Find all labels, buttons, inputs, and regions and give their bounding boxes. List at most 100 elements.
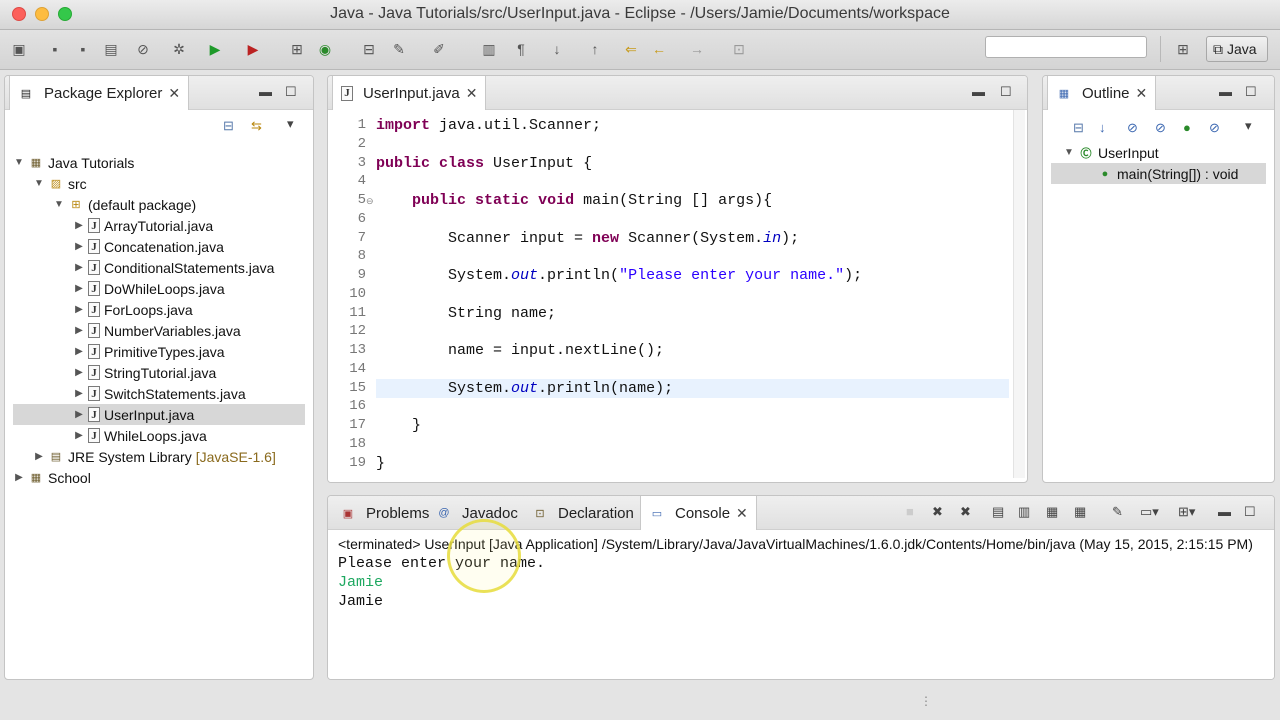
- tab-problems[interactable]: ▣ Problems: [332, 496, 437, 530]
- new-java-package-icon[interactable]: ⊞: [288, 40, 306, 58]
- list-item[interactable]: ▶ J SwitchStatements.java: [13, 383, 305, 404]
- open-type-icon[interactable]: ⊟: [360, 40, 378, 58]
- next-annotation-icon[interactable]: ↓: [548, 40, 566, 58]
- close-tab-icon[interactable]: ✕: [466, 85, 478, 102]
- tab-package-explorer[interactable]: ▤ Package Explorer ✕: [9, 76, 190, 110]
- pin-editor-icon[interactable]: ⊡: [730, 40, 748, 58]
- remove-launch-icon[interactable]: ✖: [932, 504, 943, 520]
- sort-icon[interactable]: ↓: [1099, 120, 1106, 135]
- minimize-view-icon[interactable]: ▬: [972, 84, 985, 99]
- tree-src-folder[interactable]: ▼ ▨ src: [13, 173, 305, 194]
- console-output[interactable]: <terminated> UserInput [Java Application…: [328, 530, 1274, 679]
- collapsed-icon[interactable]: ▶: [73, 220, 85, 231]
- maximize-view-icon[interactable]: ☐: [1000, 84, 1012, 100]
- new-icon[interactable]: ▣: [10, 40, 28, 58]
- pin-console-icon[interactable]: ✎: [1112, 504, 1123, 520]
- hide-fields-icon[interactable]: ⊘: [1127, 120, 1138, 136]
- show-whitespace-icon[interactable]: ¶: [512, 40, 530, 58]
- open-console-icon[interactable]: ⊞▾: [1178, 504, 1195, 520]
- tree-default-package[interactable]: ▼ ⊞ (default package): [13, 194, 305, 215]
- fold-collapse-icon[interactable]: ⊖: [366, 196, 374, 207]
- tab-userinput-java[interactable]: J UserInput.java ✕: [332, 76, 487, 110]
- maximize-view-icon[interactable]: ☐: [285, 84, 297, 100]
- list-item[interactable]: ▶ J DoWhileLoops.java: [13, 278, 305, 299]
- remove-all-terminated-icon[interactable]: ✖: [960, 504, 971, 520]
- list-item[interactable]: ▶ J StringTutorial.java: [13, 362, 305, 383]
- outline-method-main[interactable]: ● main(String[]) : void: [1051, 163, 1266, 184]
- open-perspective-icon[interactable]: ⊞: [1174, 40, 1192, 58]
- collapsed-icon[interactable]: ▶: [73, 346, 85, 357]
- list-item[interactable]: ▶ J Concatenation.java: [13, 236, 305, 257]
- minimize-view-icon[interactable]: ▬: [1218, 504, 1231, 519]
- tab-declaration[interactable]: ⊡ Declaration: [524, 496, 642, 530]
- expanded-icon[interactable]: ▼: [1063, 147, 1075, 158]
- outline-class-userinput[interactable]: ▼ Ⓒ UserInput: [1051, 142, 1266, 163]
- collapsed-icon[interactable]: ▶: [33, 451, 45, 462]
- hide-local-types-icon[interactable]: ⊘: [1209, 120, 1220, 136]
- link-with-editor-icon[interactable]: ⇆: [251, 118, 262, 134]
- minimize-view-icon[interactable]: ▬: [259, 84, 272, 99]
- last-edit-icon[interactable]: ⇐: [622, 40, 640, 58]
- toggle-mark-icon[interactable]: ✐: [430, 40, 448, 58]
- editor-scrollbar[interactable]: [1013, 110, 1025, 478]
- tab-javadoc[interactable]: @ Javadoc: [428, 496, 526, 530]
- list-item[interactable]: ▶ J NumberVariables.java: [13, 320, 305, 341]
- collapsed-icon[interactable]: ▶: [73, 367, 85, 378]
- search-tool-icon[interactable]: ✎: [390, 40, 408, 58]
- quick-access-input[interactable]: [985, 36, 1147, 58]
- new-java-class-icon[interactable]: ◉: [316, 40, 334, 58]
- code-editor[interactable]: import java.util.Scanner; public class U…: [376, 110, 1009, 482]
- external-tools-icon[interactable]: ▶: [244, 40, 262, 58]
- collapsed-icon[interactable]: ▶: [73, 388, 85, 399]
- save-icon[interactable]: ▪: [46, 40, 64, 58]
- show-on-output-icon[interactable]: ▦: [1074, 504, 1086, 520]
- list-item[interactable]: ▶ J PrimitiveTypes.java: [13, 341, 305, 362]
- collapsed-icon[interactable]: ▶: [73, 262, 85, 273]
- expanded-icon[interactable]: ▼: [33, 178, 45, 189]
- view-menu-icon[interactable]: ▾: [287, 116, 294, 132]
- save-all-icon[interactable]: ▪: [74, 40, 92, 58]
- minimize-view-icon[interactable]: ▬: [1219, 84, 1232, 99]
- back-icon[interactable]: ←: [650, 40, 668, 58]
- collapsed-icon[interactable]: ▶: [73, 283, 85, 294]
- collapsed-icon[interactable]: ▶: [73, 241, 85, 252]
- tree-jre-library[interactable]: ▶ ▤ JRE System Library [JavaSE-1.6]: [13, 446, 305, 467]
- resize-handle[interactable]: ⋮: [920, 694, 932, 708]
- toggle-block-icon[interactable]: ▥: [480, 40, 498, 58]
- forward-icon[interactable]: →: [688, 40, 706, 58]
- list-item[interactable]: ▶ J WhileLoops.java: [13, 425, 305, 446]
- tab-outline[interactable]: ▦ Outline ✕: [1047, 76, 1157, 110]
- tree-project-java-tutorials[interactable]: ▼ ▦ Java Tutorials: [13, 152, 305, 173]
- skip-breakpoints-icon[interactable]: ⊘: [134, 40, 152, 58]
- display-console-icon[interactable]: ▭▾: [1140, 504, 1159, 520]
- terminate-icon[interactable]: ■: [906, 504, 914, 519]
- collapsed-icon[interactable]: ▶: [13, 472, 25, 483]
- collapsed-icon[interactable]: ▶: [73, 409, 85, 420]
- hide-static-icon[interactable]: ⊘: [1155, 120, 1166, 136]
- maximize-view-icon[interactable]: ☐: [1245, 84, 1257, 100]
- list-item[interactable]: ▶ J ForLoops.java: [13, 299, 305, 320]
- print-icon[interactable]: ▤: [102, 40, 120, 58]
- close-tab-icon[interactable]: ✕: [1136, 85, 1148, 102]
- list-item[interactable]: ▶ J UserInput.java: [13, 404, 305, 425]
- collapse-all-icon[interactable]: ⊟: [1073, 120, 1084, 136]
- collapsed-icon[interactable]: ▶: [73, 430, 85, 441]
- debug-icon[interactable]: ✲: [170, 40, 188, 58]
- collapsed-icon[interactable]: ▶: [73, 304, 85, 315]
- run-icon[interactable]: ▶: [206, 40, 224, 58]
- previous-annotation-icon[interactable]: ↑: [586, 40, 604, 58]
- close-tab-icon[interactable]: ✕: [736, 505, 748, 522]
- scroll-lock-icon[interactable]: ▥: [1018, 504, 1030, 520]
- view-menu-icon[interactable]: ▾: [1245, 118, 1252, 134]
- list-item[interactable]: ▶ J ArrayTutorial.java: [13, 215, 305, 236]
- expanded-icon[interactable]: ▼: [13, 157, 25, 168]
- hide-nonpublic-icon[interactable]: ●: [1183, 120, 1191, 135]
- list-item[interactable]: ▶ J ConditionalStatements.java: [13, 257, 305, 278]
- collapsed-icon[interactable]: ▶: [73, 325, 85, 336]
- clear-console-icon[interactable]: ▤: [992, 504, 1004, 520]
- word-wrap-icon[interactable]: ▦: [1046, 504, 1058, 520]
- maximize-view-icon[interactable]: ☐: [1244, 504, 1256, 520]
- expanded-icon[interactable]: ▼: [53, 199, 65, 210]
- collapse-all-icon[interactable]: ⊟: [223, 118, 234, 134]
- tab-console[interactable]: ▭ Console ✕: [640, 496, 757, 530]
